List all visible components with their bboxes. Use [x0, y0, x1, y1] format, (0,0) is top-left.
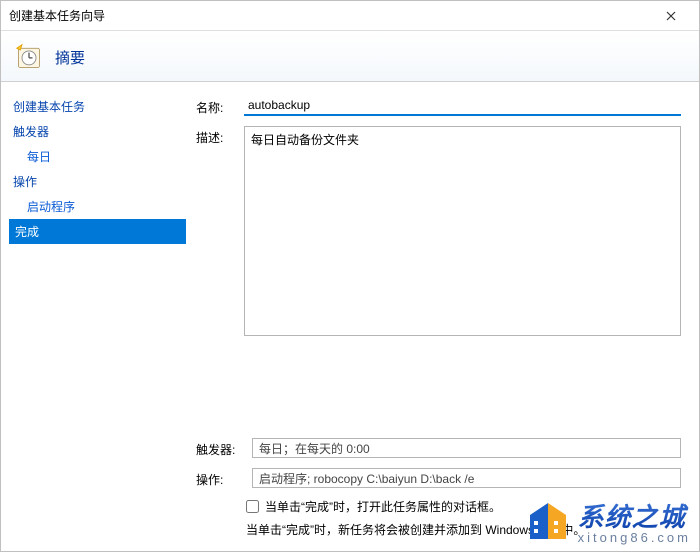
trigger-label: 触发器: — [196, 438, 240, 458]
description-textarea[interactable] — [244, 126, 681, 336]
body: 创建基本任务触发器每日操作启动程序完成 名称: 描述: 触发器: 每日；在每天的… — [1, 82, 699, 546]
description-label: 描述: — [196, 126, 232, 146]
sidebar-item-2[interactable]: 每日 — [9, 144, 186, 169]
wizard-header: 摘要 — [1, 31, 699, 81]
summary-bottom: 触发器: 每日；在每天的 0:00 操作: 启动程序; robocopy C:\… — [196, 438, 681, 538]
schedule-icon — [15, 43, 43, 71]
window-title: 创建基本任务向导 — [9, 7, 105, 24]
sidebar-item-5[interactable]: 完成 — [9, 219, 186, 244]
sidebar-item-4[interactable]: 启动程序 — [9, 194, 186, 219]
trigger-row: 触发器: 每日；在每天的 0:00 — [196, 438, 681, 458]
wizard-sidebar: 创建基本任务触发器每日操作启动程序完成 — [1, 82, 186, 546]
page-title: 摘要 — [55, 47, 85, 68]
finish-hint: 当单击“完成”时，新任务将会被创建并添加到 Windows 计划中。 — [246, 521, 681, 538]
name-input[interactable] — [244, 96, 681, 116]
sidebar-item-0[interactable]: 创建基本任务 — [9, 94, 186, 119]
open-properties-checkbox[interactable] — [246, 500, 259, 513]
titlebar: 创建基本任务向导 — [1, 1, 699, 31]
content-pane: 名称: 描述: 触发器: 每日；在每天的 0:00 操作: 启动程序; robo… — [186, 82, 699, 546]
action-label: 操作: — [196, 468, 240, 488]
name-label: 名称: — [196, 96, 232, 116]
action-value: 启动程序; robocopy C:\baiyun D:\back /e — [252, 468, 681, 488]
close-icon — [666, 11, 676, 21]
wizard-window: 创建基本任务向导 摘要 创建基本任务触发器每日操作启动程序完成 名称: — [0, 0, 700, 552]
trigger-value: 每日；在每天的 0:00 — [252, 438, 681, 458]
close-button[interactable] — [651, 2, 691, 30]
sidebar-item-1[interactable]: 触发器 — [9, 119, 186, 144]
open-properties-row: 当单击“完成”时，打开此任务属性的对话框。 — [246, 498, 681, 515]
sidebar-item-3[interactable]: 操作 — [9, 169, 186, 194]
action-row: 操作: 启动程序; robocopy C:\baiyun D:\back /e — [196, 468, 681, 488]
description-row: 描述: — [196, 126, 681, 336]
open-properties-label: 当单击“完成”时，打开此任务属性的对话框。 — [265, 498, 501, 515]
name-row: 名称: — [196, 96, 681, 116]
